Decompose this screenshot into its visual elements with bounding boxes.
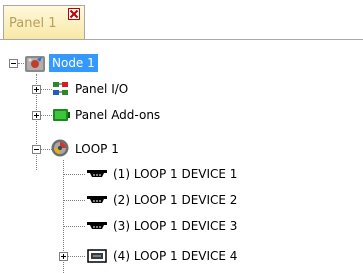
panel-addons-icon <box>52 106 70 124</box>
tab-panel-1[interactable]: Panel 1 <box>3 5 85 39</box>
tree-node-device-3[interactable]: (3) LOOP 1 DEVICE 3 <box>110 217 240 235</box>
expand-toggle-panel-io[interactable] <box>32 85 41 94</box>
tree-node-device-4[interactable]: (4) LOOP 1 DEVICE 4 <box>110 247 240 265</box>
detector-icon <box>85 217 109 235</box>
window-frame: Panel 1 Node 1 Panel I/O Panel Add-ons L… <box>0 0 363 273</box>
tree-node-panel-io[interactable]: Panel I/O <box>72 80 131 98</box>
tree-connector <box>63 226 85 227</box>
tab-strip: Panel 1 <box>0 0 363 40</box>
tab-label: Panel 1 <box>9 16 57 31</box>
module-icon <box>87 247 107 265</box>
tree-view: Node 1 Panel I/O Panel Add-ons LOOP 1 (1… <box>0 40 363 273</box>
loop-icon <box>50 138 70 158</box>
expand-toggle-device-4[interactable] <box>59 252 68 261</box>
tree-node-device-1[interactable]: (1) LOOP 1 DEVICE 1 <box>110 165 240 183</box>
detector-icon <box>85 191 109 209</box>
collapse-toggle-loop-1[interactable] <box>32 145 41 154</box>
collapse-toggle-node-1[interactable] <box>9 59 18 68</box>
tree-node-node-1[interactable]: Node 1 <box>49 54 98 72</box>
node-icon <box>24 54 46 74</box>
expand-toggle-panel-addons[interactable] <box>32 111 41 120</box>
tree-connector <box>63 200 85 201</box>
close-icon[interactable] <box>68 8 80 20</box>
tree-node-loop-1[interactable]: LOOP 1 <box>72 140 122 158</box>
tree-node-device-2[interactable]: (2) LOOP 1 DEVICE 2 <box>110 191 240 209</box>
tree-node-panel-addons[interactable]: Panel Add-ons <box>72 106 163 124</box>
panel-io-icon <box>52 80 70 98</box>
detector-icon <box>85 165 109 183</box>
tree-connector <box>63 174 85 175</box>
